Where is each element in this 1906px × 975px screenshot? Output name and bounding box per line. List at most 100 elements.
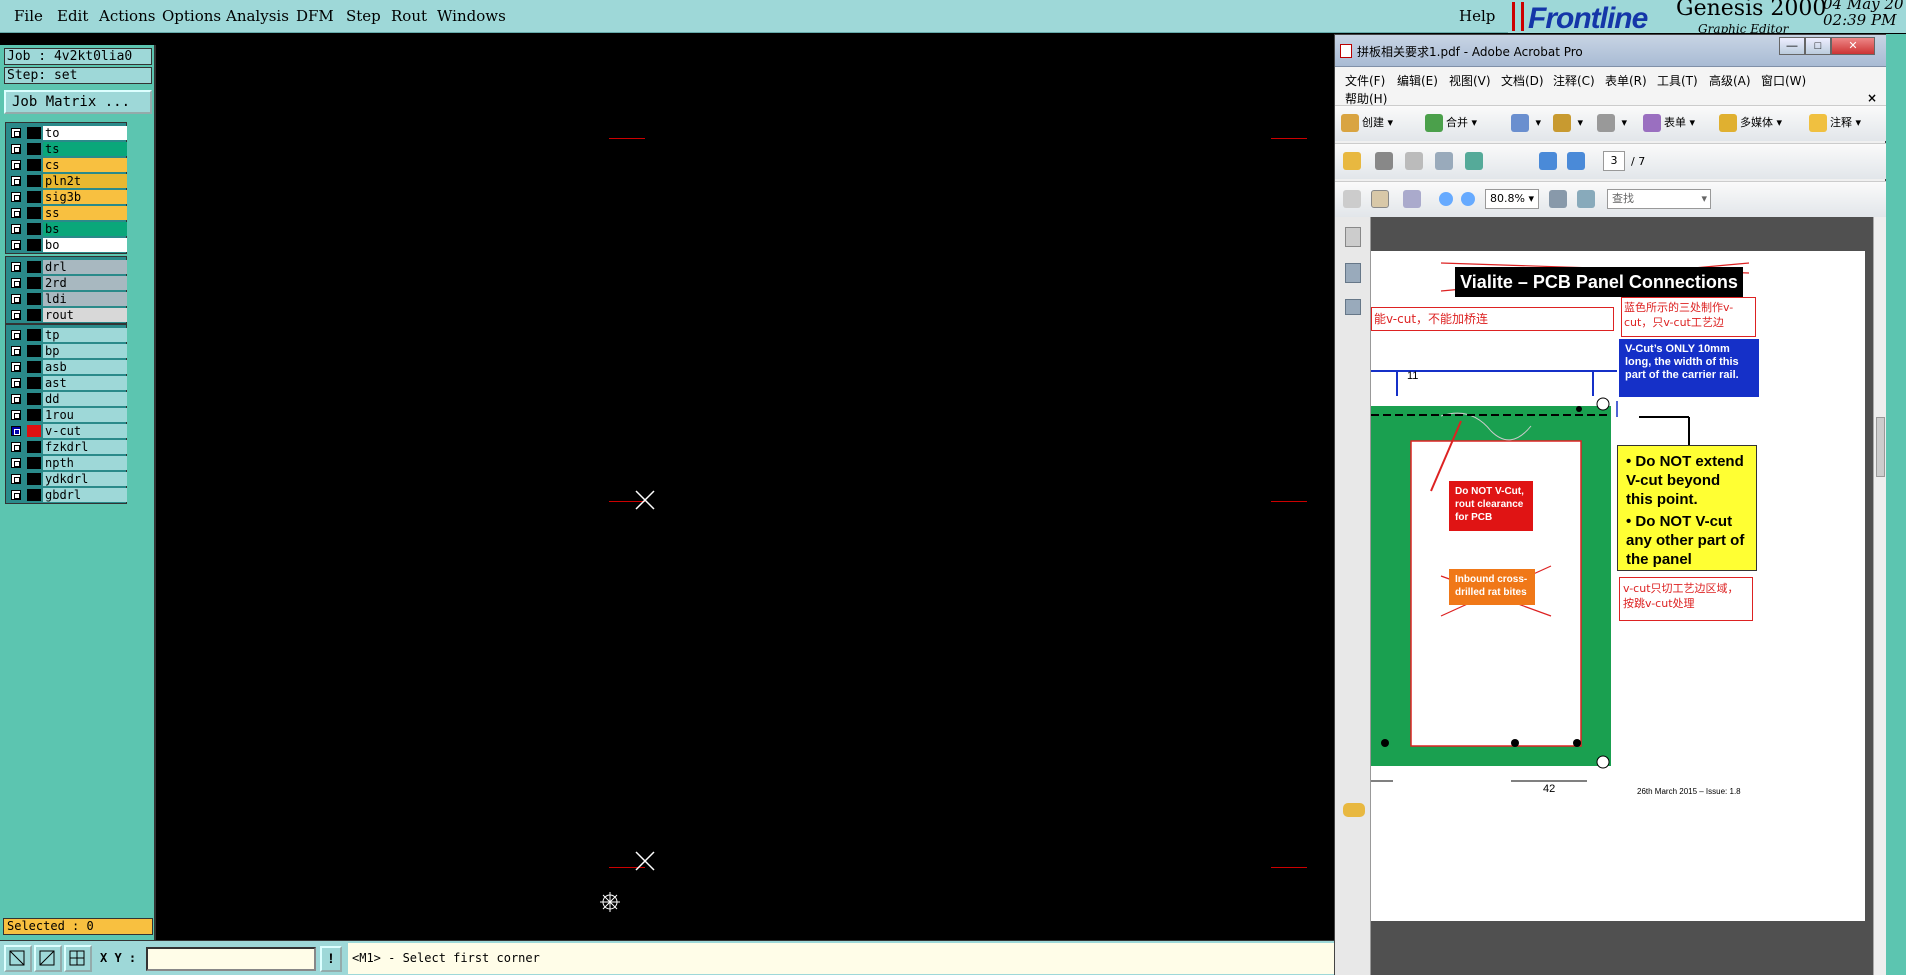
layer-row-1rou[interactable]: 1rou [6,407,127,423]
layer-checkbox[interactable] [11,362,21,372]
layer-checkbox[interactable] [11,442,21,452]
vertical-scrollbar[interactable] [1873,217,1887,975]
acro-menu-document[interactable]: 文档(D) [1501,72,1544,89]
menu-rout[interactable]: Rout [391,7,427,25]
layer-row-dd[interactable]: dd [6,391,127,407]
layer-row-ldi[interactable]: ldi [6,291,127,307]
layer-name[interactable]: ldi [43,292,127,306]
layer-name[interactable]: to [43,126,127,140]
layer-row-to[interactable]: to [6,125,127,141]
layer-color-swatch[interactable] [27,207,41,219]
upload-button[interactable] [1465,150,1486,172]
layer-name[interactable]: asb [43,360,127,374]
layer-color-swatch[interactable] [27,329,41,341]
layer-checkbox[interactable] [11,262,21,272]
menu-help[interactable]: Help [1459,7,1495,25]
layer-color-swatch[interactable] [27,489,41,501]
layer-checkbox[interactable] [11,310,21,320]
page-number-input[interactable]: 3 [1603,151,1625,171]
layer-name[interactable]: cs [43,158,127,172]
layer-row-bo[interactable]: bo [6,237,127,253]
xy-input[interactable] [146,947,316,971]
layer-row-v-cut[interactable]: v-cut [6,423,127,439]
layer-checkbox[interactable] [11,330,21,340]
acro-menu-window[interactable]: 窗口(W) [1761,72,1806,89]
layer-checkbox[interactable] [11,224,21,234]
hand-tool-button[interactable] [1371,188,1392,210]
layer-checkbox[interactable] [11,426,21,436]
layer-checkbox[interactable] [11,278,21,288]
layer-row-ast[interactable]: ast [6,375,127,391]
layer-row-sig3b[interactable]: sig3b [6,189,127,205]
layer-checkbox[interactable] [11,490,21,500]
forms-button[interactable]: 表单 ▾ [1643,112,1695,134]
layer-name[interactable]: ss [43,206,127,220]
layer-checkbox[interactable] [11,346,21,356]
layer-row-pln2t[interactable]: pln2t [6,173,127,189]
layer-color-swatch[interactable] [27,293,41,305]
layer-name[interactable]: fzkdrl [43,440,127,454]
layer-color-swatch[interactable] [27,309,41,321]
open-button[interactable] [1343,150,1364,172]
layer-color-swatch[interactable] [27,457,41,469]
pages-panel-icon[interactable] [1345,227,1361,247]
layer-color-swatch[interactable] [27,409,41,421]
layer-color-swatch[interactable] [27,261,41,273]
comments-panel-icon[interactable] [1343,803,1365,817]
layer-row-rout[interactable]: rout [6,307,127,323]
layer-name[interactable]: sig3b [43,190,127,204]
menu-edit[interactable]: Edit [57,7,88,25]
secure-button[interactable]: ▾ [1553,112,1583,134]
layer-row-ss[interactable]: ss [6,205,127,221]
layer-row-bp[interactable]: bp [6,343,127,359]
layer-checkbox[interactable] [11,128,21,138]
acro-menu-tools[interactable]: 工具(T) [1657,72,1698,89]
layer-name[interactable]: drl [43,260,127,274]
acro-menu-edit[interactable]: 编辑(E) [1397,72,1438,89]
acrobat-titlebar[interactable]: 拼板相关要求1.pdf - Adobe Acrobat Pro — □ ✕ [1335,35,1887,67]
layer-row-ts[interactable]: ts [6,141,127,157]
layer-name[interactable]: ast [43,376,127,390]
layer-color-swatch[interactable] [27,239,41,251]
select-tool-button[interactable] [1343,188,1364,210]
signatures-panel-icon[interactable] [1345,299,1361,315]
layer-row-ydkdrl[interactable]: ydkdrl [6,471,127,487]
menu-step[interactable]: Step [346,7,381,25]
layer-color-swatch[interactable] [27,277,41,289]
layer-name[interactable]: dd [43,392,127,406]
zoom-tool-button[interactable] [1403,188,1424,210]
layer-name[interactable]: ydkdrl [43,472,127,486]
fit-page-button[interactable] [1577,188,1598,210]
layer-name[interactable]: pln2t [43,174,127,188]
layer-row-2rd[interactable]: 2rd [6,275,127,291]
fit-width-button[interactable] [1549,188,1570,210]
acro-menu-comment[interactable]: 注释(C) [1553,72,1595,89]
bookmarks-panel-icon[interactable] [1345,263,1361,283]
layer-row-gbdrl[interactable]: gbdrl [6,487,127,503]
layer-color-swatch[interactable] [27,345,41,357]
layer-color-swatch[interactable] [27,159,41,171]
scroll-thumb[interactable] [1876,417,1885,477]
layer-color-swatch[interactable] [27,223,41,235]
maximize-button[interactable]: □ [1805,37,1831,55]
sign-button[interactable]: ▾ [1597,112,1627,134]
layer-name[interactable]: tp [43,328,127,342]
layer-name[interactable]: npth [43,456,127,470]
layer-checkbox[interactable] [11,208,21,218]
layer-checkbox[interactable] [11,192,21,202]
menu-actions[interactable]: Actions [99,7,155,25]
email-button[interactable] [1435,150,1456,172]
layer-checkbox[interactable] [11,176,21,186]
acro-menu-forms[interactable]: 表单(R) [1605,72,1647,89]
layer-checkbox[interactable] [11,294,21,304]
layer-color-swatch[interactable] [27,393,41,405]
combine-button[interactable]: 合并 ▾ [1425,112,1477,134]
layer-color-swatch[interactable] [27,361,41,373]
layer-row-fzkdrl[interactable]: fzkdrl [6,439,127,455]
close-button[interactable]: ✕ [1831,37,1875,55]
acro-menu-advanced[interactable]: 高级(A) [1709,72,1751,89]
layer-checkbox[interactable] [11,410,21,420]
close-doc-icon[interactable]: × [1867,91,1877,105]
layer-color-swatch[interactable] [27,143,41,155]
layer-row-bs[interactable]: bs [6,221,127,237]
